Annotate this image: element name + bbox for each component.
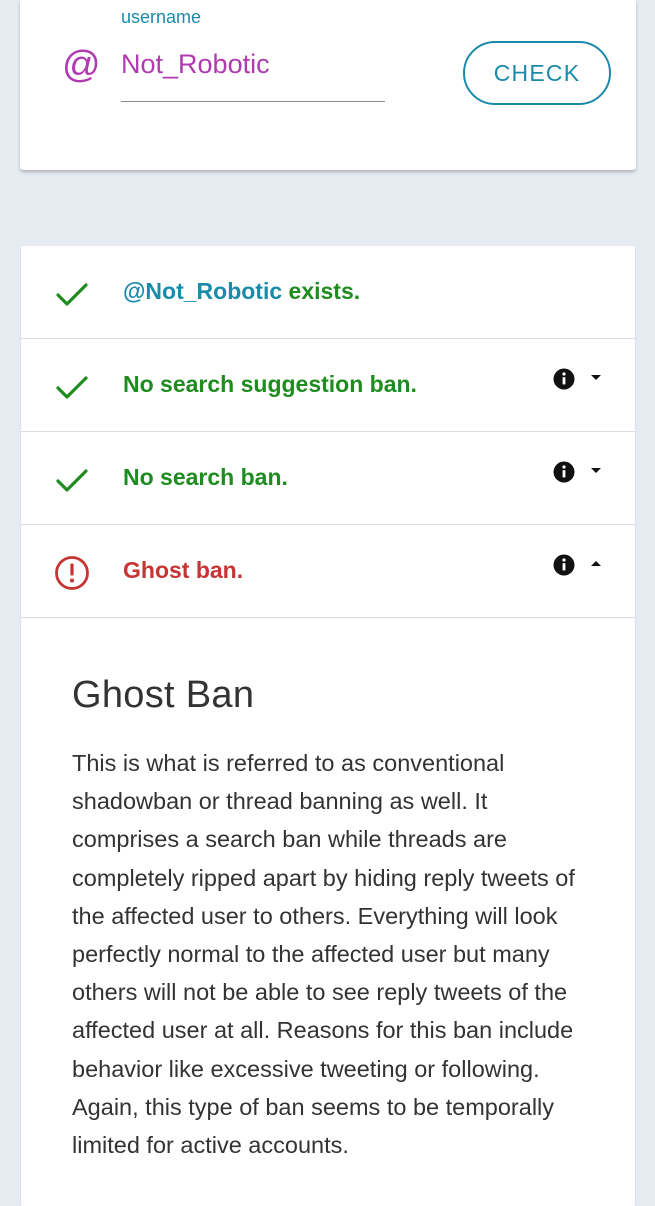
caret-up-icon[interactable] (589, 557, 603, 571)
result-text-ghost-ban: Ghost ban. (123, 557, 244, 583)
info-icon[interactable] (553, 461, 575, 483)
check-icon (56, 469, 88, 492)
at-icon: @ (62, 44, 101, 86)
exists-label: exists. (282, 278, 361, 304)
alert-circle-icon (55, 556, 89, 590)
search-card: username @ CHECK (20, 0, 636, 170)
result-row-exists: @Not_Robotic exists. (21, 246, 635, 339)
result-text-suggestion-ban: No search suggestion ban. (123, 371, 417, 397)
detail-body: This is what is referred to as conventio… (72, 750, 575, 1159)
username-handle: @Not_Robotic (123, 278, 283, 304)
check-icon (56, 283, 88, 306)
result-text-search-ban: No search ban. (123, 464, 288, 490)
caret-down-icon[interactable] (589, 464, 603, 478)
check-icon (56, 376, 88, 399)
info-icon[interactable] (553, 554, 575, 576)
info-icon[interactable] (553, 368, 575, 390)
result-row-suggestion-ban[interactable]: No search suggestion ban. (21, 339, 635, 432)
result-row-ghost-ban[interactable]: Ghost ban. (21, 525, 635, 618)
detail-title: Ghost Ban (72, 674, 255, 716)
username-input[interactable] (121, 44, 385, 102)
username-label: username (121, 7, 202, 27)
caret-down-icon[interactable] (589, 371, 603, 385)
result-text-exists: @Not_Robotic exists. (123, 278, 360, 305)
result-row-search-ban[interactable]: No search ban. (21, 432, 635, 525)
check-button[interactable]: CHECK (463, 41, 611, 105)
results-card: @Not_Robotic exists. No search suggestio… (21, 246, 635, 1206)
